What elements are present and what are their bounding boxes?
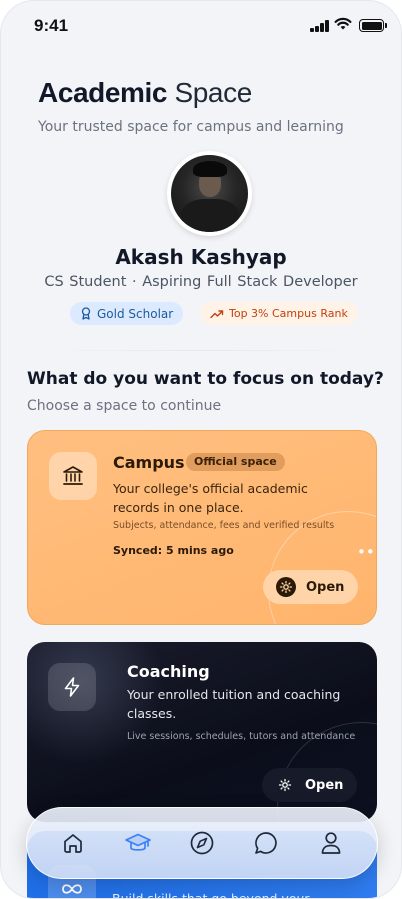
campus-card-detail: Subjects, attendance, fees and verified … [113,520,335,531]
coaching-card-description: Your enrolled tuition and coaching class… [127,687,341,721]
status-time: 9:41 [34,16,69,35]
page-subtitle: Your trusted space for campus and learni… [38,119,344,135]
status-bar: 9:41 [1,1,401,51]
compass-icon [190,831,214,855]
coaching-card-title: Coaching [127,662,210,681]
lightning-icon [64,677,80,697]
infinity-icon [62,884,82,894]
gear-icon [275,775,295,795]
campus-space-card[interactable]: Campus Official space Your college's off… [27,430,377,625]
trending-up-icon [210,309,224,318]
bottom-nav [26,807,378,879]
coaching-card-detail: Live sessions, schedules, tutors and att… [127,731,356,742]
gold-scholar-badge: Gold Scholar [70,302,184,325]
focus-heading: What do you want to focus on today? [27,369,384,389]
learning-card-description: Build skills that go beyond your [112,891,310,899]
campus-card-title: Campus [113,453,185,472]
campus-open-button[interactable]: Open [263,570,359,604]
battery-icon [359,19,387,32]
section-divider [41,350,361,351]
phone-screen: 9:41 Academic Space Your trusted space f… [0,0,402,899]
coaching-icon-box [48,663,96,711]
coaching-space-card[interactable]: Coaching Your enrolled tuition and coach… [27,642,377,822]
profile-role: CS Student · Aspiring Full Stack Develop… [44,274,358,290]
graduation-cap-icon [124,833,151,851]
institution-icon [63,466,83,485]
nav-home[interactable] [51,821,95,865]
nav-messages[interactable] [244,821,288,865]
cellular-signal-icon [310,20,330,32]
nav-profile[interactable] [309,821,353,865]
wifi-icon [334,17,352,30]
page-title: Academic Space [38,77,252,108]
avatar-photo [171,155,248,232]
nav-explore[interactable] [180,821,224,865]
campus-icon-box [49,452,97,500]
chat-icon [255,832,278,854]
nav-academics[interactable] [116,821,160,865]
focus-subheading: Choose a space to continue [27,398,222,414]
campus-rank-badge: Top 3% Campus Rank [200,302,358,325]
campus-card-description: Your college's official academic records… [113,481,308,515]
sync-status: Synced: 5 mins ago [113,544,234,557]
avatar[interactable] [167,151,252,236]
profile-icon [321,832,341,854]
gear-icon [276,577,296,597]
more-dots-icon[interactable]: ••• [357,543,376,561]
profile-name: Akash Kashyap [115,245,287,269]
coaching-open-button[interactable]: Open [262,768,358,802]
official-space-tag: Official space [186,453,285,471]
award-icon [81,307,91,320]
home-icon [64,834,83,853]
